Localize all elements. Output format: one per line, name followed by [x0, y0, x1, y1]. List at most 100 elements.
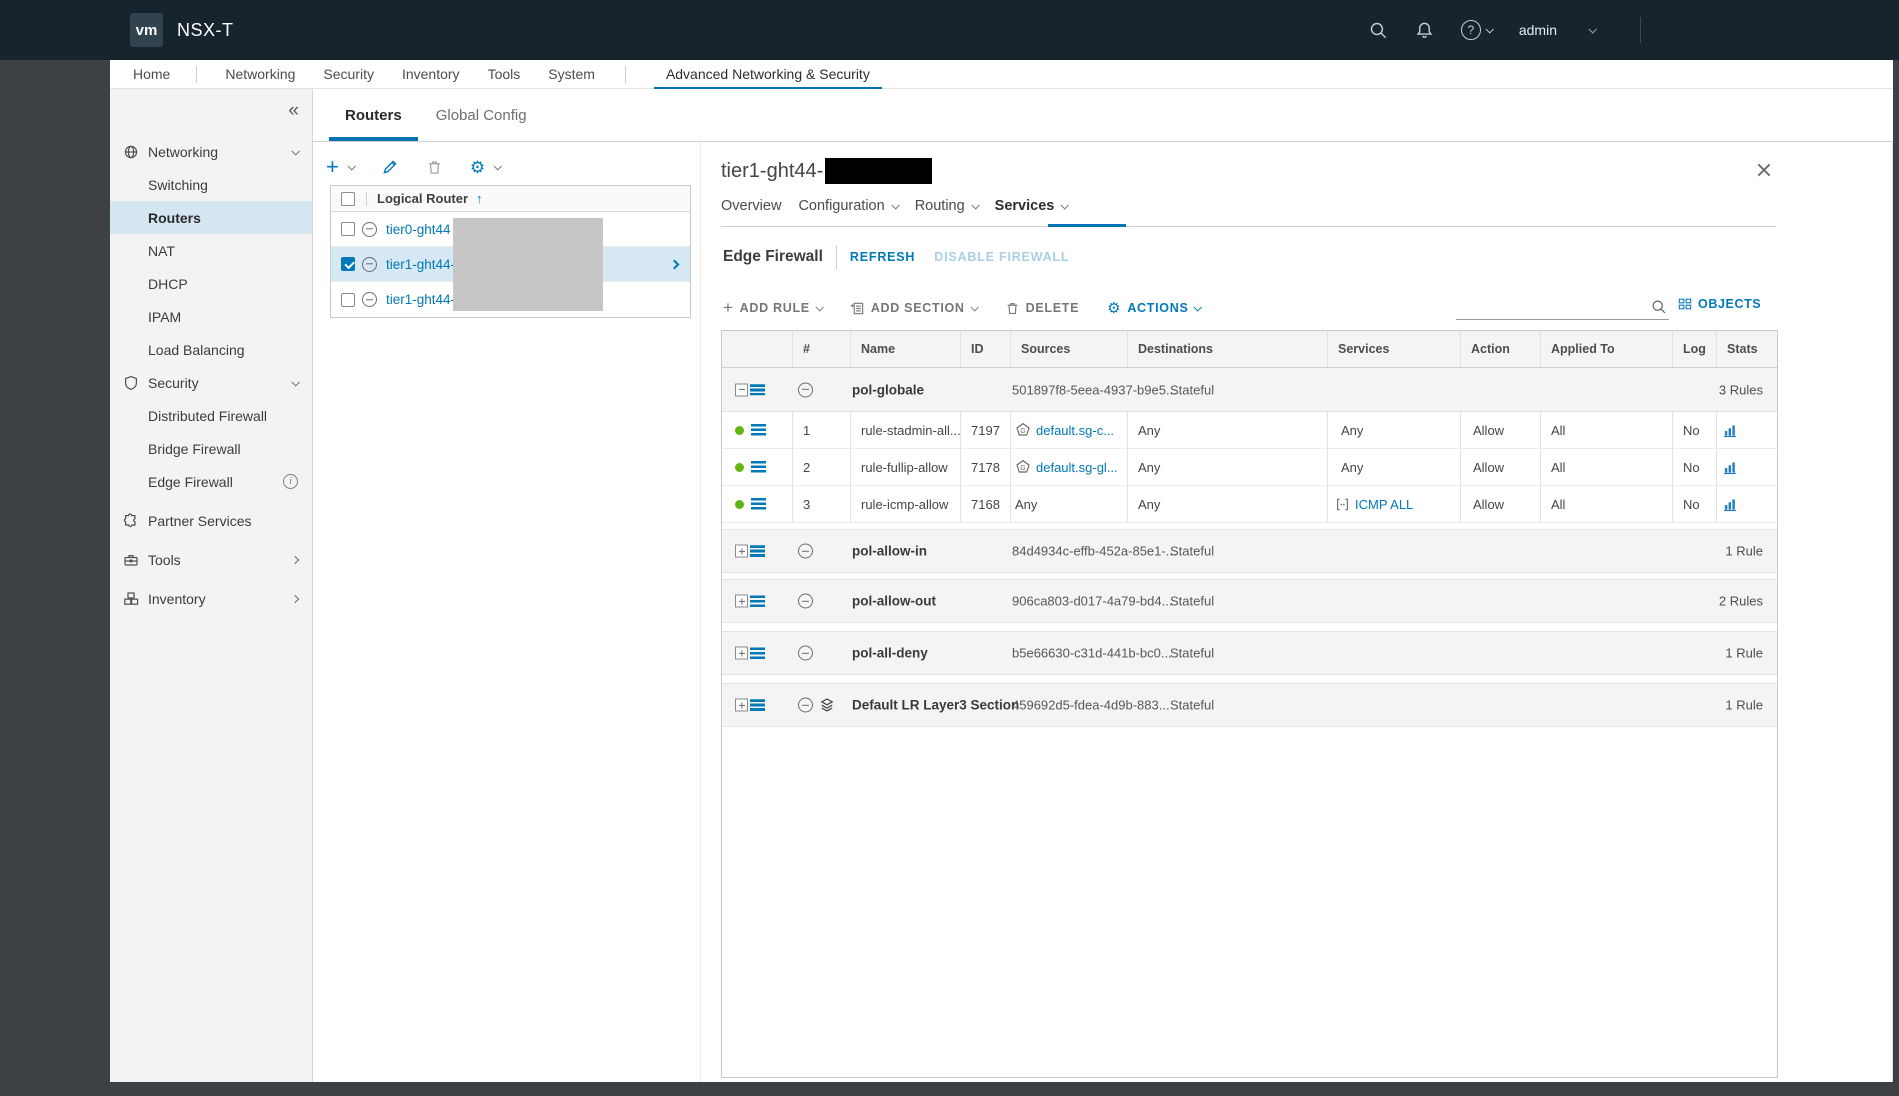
edit-pencil-icon[interactable]: [381, 158, 399, 176]
actions-button[interactable]: ACTIONS: [1107, 300, 1200, 317]
section-row-pol-allow-in[interactable]: pol-allow-in 84d4934c-effb-452a-85e1-...…: [722, 529, 1777, 573]
drag-handle-icon[interactable]: [750, 699, 765, 711]
section-row-pol-allow-out[interactable]: pol-allow-out 906ca803-d017-4a79-bd4... …: [722, 579, 1777, 623]
chevron-right-icon[interactable]: [670, 259, 680, 269]
tab-global-config[interactable]: Global Config: [436, 107, 527, 141]
section-row-default-lr-layer3[interactable]: Default LR Layer3 Section 459692d5-fdea-…: [722, 683, 1777, 727]
tab-configuration[interactable]: Configuration: [798, 198, 897, 214]
sidebar-item-label: NAT: [148, 243, 175, 259]
chevron-down-icon: [1485, 25, 1493, 33]
redaction-overlay-router-names: [453, 218, 603, 311]
sidebar-group-security[interactable]: Security: [110, 366, 312, 399]
firewall-rule-row-3[interactable]: 3 rule-icmp-allow 7168 Any Any ICMP ALL …: [722, 486, 1777, 523]
nav-item-system[interactable]: System: [548, 66, 595, 82]
row-checkbox-checked[interactable]: [341, 257, 355, 271]
tab-routers[interactable]: Routers: [345, 107, 402, 141]
sidebar-group-partner-services[interactable]: Partner Services: [110, 504, 312, 537]
select-all-checkbox[interactable]: [341, 192, 355, 206]
sidebar-item-switching[interactable]: Switching: [110, 168, 312, 201]
detail-tabs: Overview Configuration Routing Services: [721, 198, 1067, 214]
rule-search-field: [1456, 294, 1669, 320]
objects-button[interactable]: OBJECTS: [1678, 297, 1761, 311]
rule-stats-chart-icon[interactable]: [1723, 497, 1738, 512]
router-name-link[interactable]: tier0-ght44: [386, 222, 451, 237]
nav-item-inventory[interactable]: Inventory: [402, 66, 460, 82]
router-name-link[interactable]: tier1-ght44-: [386, 257, 455, 272]
section-name: Default LR Layer3 Section: [852, 698, 1019, 713]
expand-section-icon[interactable]: [735, 699, 748, 712]
sidebar-item-edge-firewall[interactable]: Edge Firewall: [110, 465, 312, 498]
drag-handle-icon[interactable]: [751, 424, 766, 436]
nav-item-tools[interactable]: Tools: [488, 66, 521, 82]
row-checkbox[interactable]: [341, 293, 355, 307]
sidebar-item-bridge-firewall[interactable]: Bridge Firewall: [110, 432, 312, 465]
delete-button[interactable]: DELETE: [1005, 301, 1080, 316]
add-section-button[interactable]: ADD SECTION: [850, 301, 977, 316]
add-rule-button[interactable]: ADD RULE: [723, 301, 822, 316]
sidebar-group-tools[interactable]: Tools: [110, 543, 312, 576]
section-row-pol-globale[interactable]: pol-globale 501897f8-5eea-4937-b9e5... S…: [722, 368, 1777, 412]
drag-handle-icon[interactable]: [751, 461, 766, 473]
service-link[interactable]: ICMP ALL: [1355, 497, 1413, 512]
section-state: Stateful: [1170, 646, 1214, 661]
nav-item-advanced-networking-security[interactable]: Advanced Networking & Security: [666, 60, 870, 89]
row-checkbox[interactable]: [341, 222, 355, 236]
close-icon[interactable]: [1756, 162, 1772, 178]
tab-services[interactable]: Services: [995, 198, 1068, 214]
rule-stats-chart-icon[interactable]: [1723, 423, 1738, 438]
search-input[interactable]: [1456, 294, 1669, 319]
sidebar-item-dhcp[interactable]: DHCP: [110, 267, 312, 300]
rule-enabled-status-icon: [735, 426, 744, 435]
sidebar-group-label: Inventory: [148, 591, 206, 607]
disable-firewall-button[interactable]: DISABLE FIREWALL: [934, 250, 1069, 264]
nav-divider: [196, 66, 197, 83]
tab-routing[interactable]: Routing: [915, 198, 978, 214]
sidebar-item-load-balancing[interactable]: Load Balancing: [110, 333, 312, 366]
section-row-pol-all-deny[interactable]: pol-all-deny b5e66630-c31d-441b-bc0... S…: [722, 631, 1777, 675]
status-circle-minus-icon: [362, 292, 377, 307]
drag-handle-icon[interactable]: [750, 545, 765, 557]
status-circle-minus-icon: [362, 257, 377, 272]
topbar-actions: ? admin: [1369, 0, 1641, 60]
source-group-link[interactable]: default.sg-gl...: [1036, 460, 1118, 475]
nav-item-home[interactable]: Home: [133, 66, 170, 82]
settings-gear-icon[interactable]: [470, 159, 485, 176]
sidebar-item-ipam[interactable]: IPAM: [110, 300, 312, 333]
nav-item-networking[interactable]: Networking: [225, 66, 295, 82]
delete-trash-icon[interactable]: [426, 159, 443, 176]
section-circle-minus-icon: [798, 544, 813, 559]
collapse-section-icon[interactable]: [735, 383, 748, 396]
sort-ascending-icon[interactable]: [476, 191, 483, 206]
chevron-down-icon: [1061, 201, 1069, 209]
refresh-button[interactable]: REFRESH: [850, 250, 915, 264]
sidebar-item-routers[interactable]: Routers: [110, 201, 312, 234]
router-name-link[interactable]: tier1-ght44-: [386, 292, 455, 307]
nav-item-security[interactable]: Security: [323, 66, 374, 82]
help-menu[interactable]: ?: [1461, 20, 1492, 40]
user-menu[interactable]: admin: [1519, 22, 1595, 38]
expand-section-icon[interactable]: [735, 545, 748, 558]
notifications-bell-icon[interactable]: [1415, 21, 1434, 40]
sidebar-collapse-icon[interactable]: [288, 101, 299, 120]
drag-handle-icon[interactable]: [751, 498, 766, 510]
add-router-button[interactable]: [326, 157, 339, 177]
drag-handle-icon[interactable]: [750, 384, 765, 396]
source-group-link[interactable]: default.sg-c...: [1036, 423, 1114, 438]
button-label: ADD SECTION: [871, 301, 965, 315]
tab-overview[interactable]: Overview: [721, 198, 781, 214]
add-router-menu-chevron[interactable]: [347, 162, 355, 170]
rule-stats-chart-icon[interactable]: [1723, 460, 1738, 475]
settings-menu-chevron[interactable]: [494, 162, 502, 170]
search-icon[interactable]: [1369, 21, 1388, 40]
sidebar-item-distributed-firewall[interactable]: Distributed Firewall: [110, 399, 312, 432]
sidebar-group-networking[interactable]: Networking: [110, 135, 312, 168]
firewall-rule-row-2[interactable]: 2 rule-fullip-allow 7178 Gdefault.sg-gl.…: [722, 449, 1777, 486]
sidebar-group-inventory[interactable]: Inventory: [110, 582, 312, 615]
sidebar-item-nat[interactable]: NAT: [110, 234, 312, 267]
expand-section-icon[interactable]: [735, 647, 748, 660]
expand-section-icon[interactable]: [735, 595, 748, 608]
drag-handle-icon[interactable]: [750, 595, 765, 607]
firewall-rule-row-1[interactable]: 1 rule-stadmin-all... 7197 Gdefault.sg-c…: [722, 412, 1777, 449]
column-header-action: Action: [1460, 331, 1540, 367]
drag-handle-icon[interactable]: [750, 647, 765, 659]
